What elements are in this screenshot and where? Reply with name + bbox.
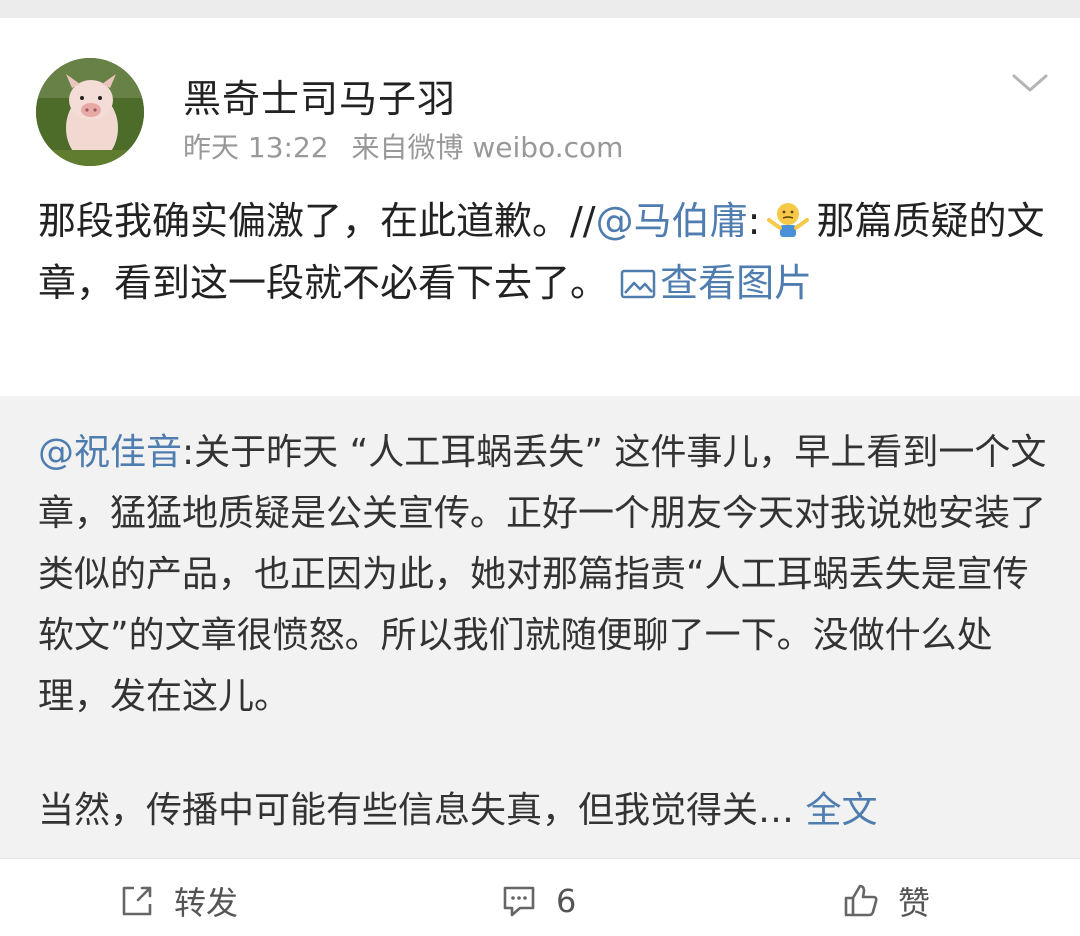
chevron-down-icon[interactable]	[1010, 68, 1050, 98]
view-image-label: 查看图片	[660, 261, 813, 305]
action-toolbar: 转发 6 赞	[0, 858, 1080, 936]
comment-button[interactable]: 6	[500, 881, 576, 921]
repost-more-text: 当然，传播中可能有些信息失真，但我觉得关…	[38, 790, 795, 831]
mention-colon: :	[747, 199, 761, 243]
comment-count: 6	[556, 882, 577, 920]
shrug-emoji-icon	[766, 196, 810, 237]
repost-body: @祝佳音:关于昨天 “人工耳蜗丢失” 这件事儿，早上看到一个文章，猛猛地质疑是公…	[38, 422, 1048, 727]
top-strip	[0, 0, 1080, 18]
thumbs-up-icon	[844, 884, 878, 917]
picture-icon	[620, 256, 656, 299]
reposted-content[interactable]: @祝佳音:关于昨天 “人工耳蜗丢失” 这件事儿，早上看到一个文章，猛猛地质疑是公…	[0, 396, 1080, 858]
repost-text: :关于昨天 “人工耳蜗丢失” 这件事儿，早上看到一个文章，猛猛地质疑是公关宣传。…	[38, 432, 1047, 717]
comment-icon	[503, 886, 535, 917]
author-name[interactable]: 黑奇士司马子羽	[183, 68, 456, 123]
like-label: 赞	[898, 884, 931, 922]
mention-link[interactable]: @马伯庸	[596, 199, 748, 243]
repost-mention-link[interactable]: @祝佳音	[38, 432, 182, 473]
view-image-link[interactable]: 查看图片	[620, 261, 812, 305]
post-source: 来自微博 weibo.com	[351, 131, 624, 164]
full-text-link[interactable]: 全文	[805, 790, 877, 831]
avatar[interactable]	[36, 58, 144, 166]
post-body: 那段我确实偏激了，在此道歉。//@马伯庸: 那篇质疑的文章，看到这一段就不必看下…	[38, 190, 1048, 314]
repost-truncated: 当然，传播中可能有些信息失真，但我觉得关… 全文	[38, 780, 1048, 841]
repost-button[interactable]: 转发	[118, 881, 239, 922]
post-header: 黑奇士司马子羽 昨天 13:22 来自微博 weibo.com	[0, 18, 1080, 178]
like-button[interactable]: 赞	[842, 881, 931, 922]
share-icon	[122, 886, 152, 916]
repost-label: 转发	[174, 884, 239, 922]
post-text-part1: 那段我确实偏激了，在此道歉。//	[38, 199, 596, 243]
post-time: 昨天 13:22	[183, 131, 329, 164]
post-meta: 昨天 13:22 来自微博 weibo.com	[183, 126, 637, 166]
